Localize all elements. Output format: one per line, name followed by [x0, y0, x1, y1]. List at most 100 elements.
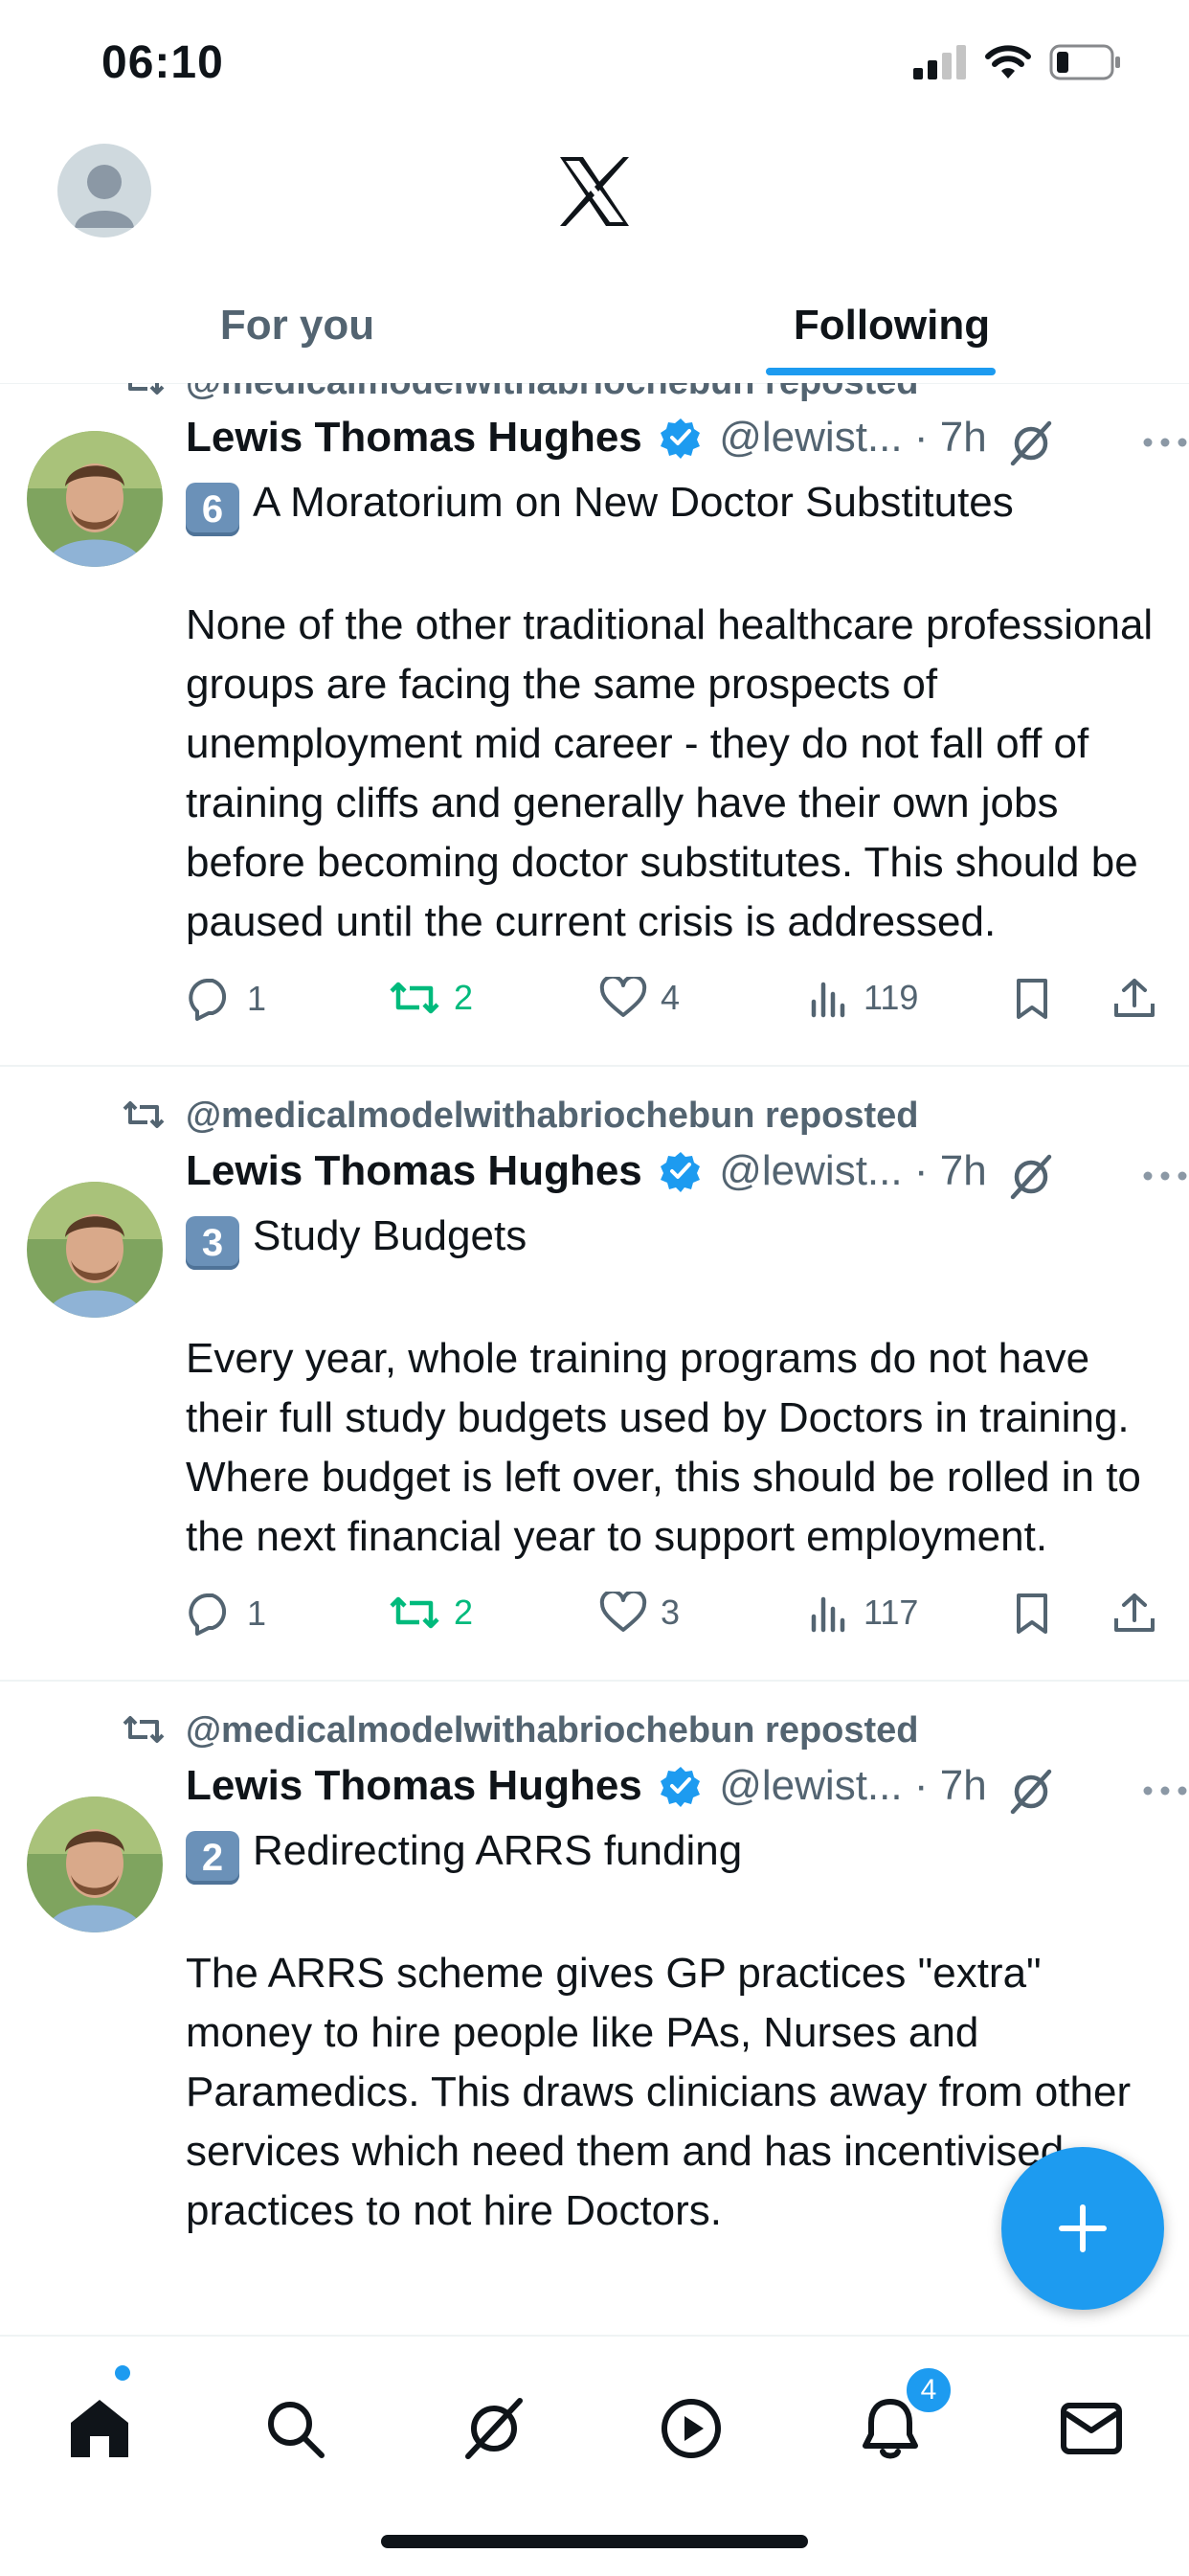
repost-label[interactable]: @medicalmodelwithabriochebun reposted [186, 383, 919, 403]
wifi-icon [985, 45, 1031, 79]
home-indicator[interactable] [381, 2535, 808, 2548]
status-icons [913, 44, 1122, 80]
paragraph-spacer [186, 536, 1162, 596]
author-photo-icon [27, 431, 163, 567]
bookmark-icon [1017, 1593, 1047, 1634]
repost-count: 2 [454, 978, 474, 1017]
more-options-icon[interactable] [1141, 435, 1189, 450]
tweet-header: Lewis Thomas Hughes @lewist... · 7h [186, 1147, 1189, 1207]
author-name[interactable]: Lewis Thomas Hughes [186, 1762, 642, 1809]
like-count: 4 [661, 978, 681, 1017]
search-icon [268, 2402, 325, 2458]
repost-icon [390, 982, 439, 1014]
like-button[interactable]: 3 [599, 1592, 680, 1634]
number-emoji: 3 [186, 1216, 239, 1270]
compose-button[interactable] [1001, 2147, 1164, 2310]
paragraph-spacer [186, 1885, 1162, 1944]
author-name[interactable]: Lewis Thomas Hughes [186, 414, 642, 461]
reply-icon [189, 1593, 227, 1636]
timeline-tabs: For you Following [0, 268, 1189, 384]
bookmark-button[interactable] [1013, 1592, 1051, 1636]
author-handle[interactable]: @lewist... [719, 1147, 902, 1194]
repost-icon [123, 1101, 165, 1128]
repost-context: @medicalmodelwithabriochebun reposted [0, 1084, 1189, 1147]
tweet-actions: 1 2 3 117 [186, 1567, 1189, 1680]
nav-messages[interactable] [1043, 2381, 1139, 2476]
tweet-title-line: 2 Redirecting ARRS funding [186, 1821, 1162, 1885]
header: For you Following [0, 134, 1189, 384]
nav-grok[interactable] [446, 2381, 542, 2476]
nav-home[interactable] [52, 2381, 147, 2476]
meta-separator: · [902, 1147, 940, 1194]
notification-count-badge: 4 [904, 2365, 953, 2415]
home-icon [71, 2400, 128, 2457]
verified-badge-icon [661, 1152, 700, 1192]
x-logo-icon[interactable] [556, 153, 633, 230]
nav-search[interactable] [247, 2381, 343, 2476]
views-button[interactable]: 119 [808, 977, 918, 1019]
tweet-title: Study Budgets [253, 1212, 527, 1259]
battery-icon [1049, 44, 1120, 80]
repost-label[interactable]: @medicalmodelwithabriochebun reposted [186, 1710, 919, 1751]
video-icon [662, 2399, 721, 2458]
repost-button[interactable]: 2 [389, 1592, 473, 1634]
status-bar: 06:10 [0, 0, 1189, 134]
author-handle[interactable]: @lewist... [719, 414, 902, 461]
default-avatar-icon [75, 165, 134, 228]
share-button[interactable] [1112, 1592, 1156, 1636]
author-avatar[interactable] [27, 431, 163, 567]
tab-following[interactable]: Following [594, 268, 1189, 383]
share-button[interactable] [1112, 977, 1156, 1021]
active-tab-indicator [766, 368, 996, 375]
cellular-signal-icon [913, 45, 966, 79]
tweet[interactable]: @medicalmodelwithabriochebun reposted Le… [0, 1699, 1189, 2241]
nav-video[interactable] [643, 2381, 739, 2476]
bookmark-button[interactable] [1013, 977, 1051, 1021]
repost-icon [390, 1596, 439, 1629]
repost-context: @medicalmodelwithabriochebun reposted [0, 383, 1189, 414]
views-icon [811, 982, 845, 1018]
reply-button[interactable]: 1 [186, 1592, 266, 1636]
tweet-header-actions [1007, 1147, 1189, 1207]
home-unread-dot [115, 2365, 130, 2381]
reply-count: 1 [247, 979, 267, 1018]
timeline-feed[interactable]: @medicalmodelwithabriochebun reposted Le… [0, 383, 1189, 2337]
grok-icon[interactable] [1007, 1768, 1055, 1816]
views-button[interactable]: 117 [808, 1592, 918, 1634]
grok-icon[interactable] [1007, 1153, 1055, 1201]
tweet-time[interactable]: 7h [940, 414, 987, 461]
views-icon [811, 1596, 845, 1633]
tweet-title: A Moratorium on New Doctor Substitutes [253, 479, 1014, 526]
tweet-time[interactable]: 7h [940, 1147, 987, 1194]
tweet-text[interactable]: 2 Redirecting ARRS funding The ARRS schem… [186, 1821, 1162, 2241]
share-icon [1114, 1593, 1155, 1632]
tweet-time[interactable]: 7h [940, 1762, 987, 1809]
tab-for-you[interactable]: For you [0, 268, 594, 383]
repost-count: 2 [454, 1593, 474, 1632]
author-avatar[interactable] [27, 1182, 163, 1318]
more-options-icon[interactable] [1141, 1168, 1189, 1184]
status-time: 06:10 [101, 37, 224, 88]
profile-avatar[interactable] [57, 144, 151, 237]
tweet-title-line: 3 Study Budgets [186, 1207, 1162, 1270]
author-name[interactable]: Lewis Thomas Hughes [186, 1147, 642, 1194]
tweet[interactable]: @medicalmodelwithabriochebun reposted Le… [0, 1084, 1189, 1682]
tweet-header-actions [1007, 414, 1189, 473]
tweet[interactable]: @medicalmodelwithabriochebun reposted Le… [0, 383, 1189, 1067]
tweet-text[interactable]: 6A Moratorium on New Doctor Substitutes … [186, 473, 1162, 952]
reply-icon [189, 979, 227, 1021]
more-options-icon[interactable] [1141, 1783, 1189, 1798]
like-button[interactable]: 4 [599, 977, 680, 1019]
tweet-header: Lewis Thomas Hughes @lewist... · 7h [186, 414, 1189, 473]
tweet-body: None of the other traditional healthcare… [186, 601, 1154, 945]
tweet-title-line: 6 A Moratorium on New Doctor Substitutes [186, 473, 1162, 536]
repost-button[interactable]: 2 [389, 977, 473, 1019]
tweet-text[interactable]: 3 Study Budgets Every year, whole trainin… [186, 1207, 1162, 1567]
author-handle[interactable]: @lewist... [719, 1762, 902, 1809]
repost-icon [128, 383, 165, 395]
reply-button[interactable]: 1 [186, 977, 266, 1021]
like-count: 3 [661, 1593, 681, 1632]
author-avatar[interactable] [27, 1796, 163, 1932]
grok-icon[interactable] [1007, 419, 1055, 467]
repost-label[interactable]: @medicalmodelwithabriochebun reposted [186, 1096, 919, 1137]
